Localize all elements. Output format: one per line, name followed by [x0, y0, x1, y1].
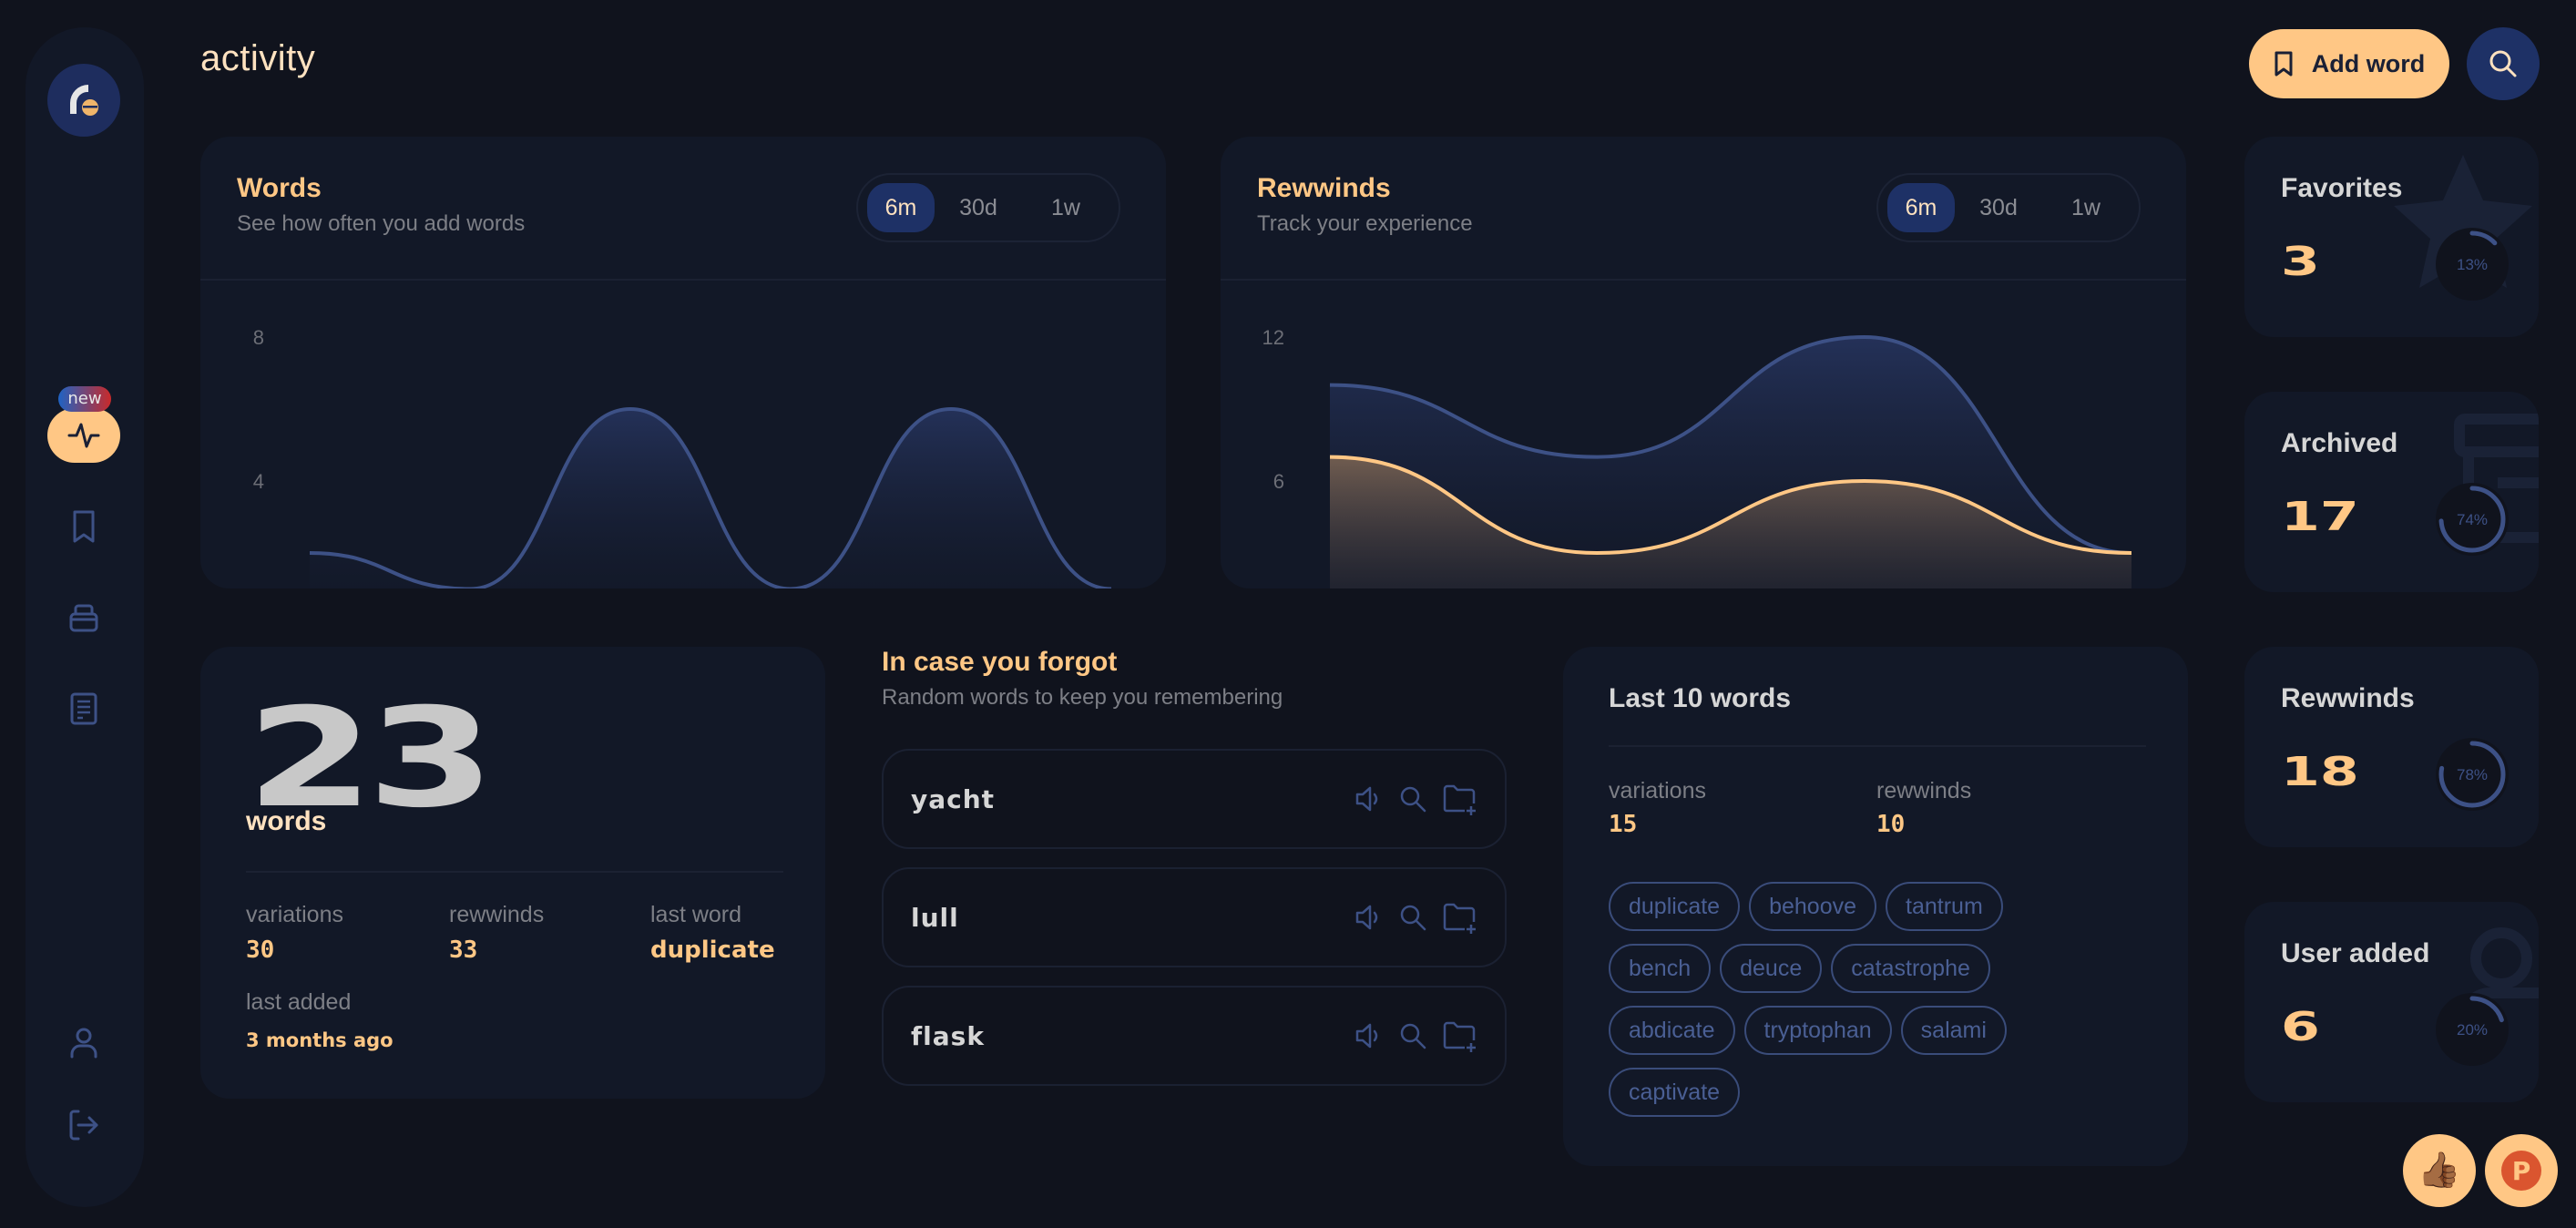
- search-icon[interactable]: [1397, 902, 1428, 933]
- speaker-icon[interactable]: [1354, 902, 1385, 933]
- forgot-subtitle: Random words to keep you remembering: [882, 685, 1283, 710]
- progress-ring: 13%: [2436, 228, 2509, 301]
- last-word-label: last word: [650, 902, 742, 927]
- variations-value: 30: [246, 936, 275, 964]
- progress-percent: 20%: [2457, 1021, 2488, 1039]
- word-row[interactable]: yacht: [882, 749, 1507, 849]
- bookmark-icon: [73, 510, 95, 543]
- last-10-title: Last 10 words: [1609, 683, 1792, 713]
- last-word-value[interactable]: duplicate: [650, 936, 775, 964]
- stat-card-title: Archived: [2281, 428, 2398, 458]
- thumbs-up-icon: 👍🏾: [2418, 1151, 2461, 1190]
- rewinds-chart: 0612Jan 22Mar 22: [1262, 326, 2132, 588]
- word-row[interactable]: flask: [882, 986, 1507, 1086]
- app-logo-icon: [70, 85, 98, 116]
- new-badge: new: [58, 386, 111, 412]
- progress-percent: 78%: [2457, 766, 2488, 783]
- rewinds-label: rewwinds: [1876, 778, 1972, 803]
- folder-add-icon[interactable]: [1441, 782, 1477, 816]
- words-chart: 048Nov 21Jan 22Mar 22: [253, 326, 1112, 588]
- sidebar-item-profile[interactable]: [56, 1016, 111, 1070]
- rewinds-chart-card: Rewwinds Track your experience 6m 30d 1w…: [1221, 137, 2186, 588]
- speaker-icon[interactable]: [1354, 783, 1385, 814]
- stat-card-value: 6: [2281, 1004, 2320, 1050]
- producthunt-icon: P: [2501, 1151, 2541, 1191]
- word-chip[interactable]: catastrophe: [1831, 944, 1990, 993]
- search-button[interactable]: [2467, 27, 2540, 100]
- variations-value: 15: [1609, 811, 1638, 838]
- word-chip[interactable]: duplicate: [1609, 882, 1741, 931]
- word-text: flask: [911, 1020, 985, 1051]
- last-10-words-card: Last 10 words variations 15 rewwinds 10 …: [1563, 647, 2188, 1166]
- word-chip[interactable]: deuce: [1720, 944, 1823, 993]
- progress-percent: 74%: [2457, 511, 2488, 528]
- search-icon[interactable]: [1397, 783, 1428, 814]
- add-word-label: Add word: [2311, 49, 2426, 77]
- activity-pulse-icon: [67, 423, 100, 448]
- word-text: yacht: [911, 783, 996, 814]
- search-icon[interactable]: [1397, 1020, 1428, 1051]
- y-tick-label: 8: [253, 326, 264, 349]
- sidebar-item-archive[interactable]: [56, 590, 111, 645]
- progress-percent: 13%: [2457, 256, 2488, 273]
- feedback-button[interactable]: 👍🏾: [2403, 1134, 2476, 1207]
- sidebar-item-documents[interactable]: [56, 681, 111, 736]
- word-chip[interactable]: captivate: [1609, 1068, 1741, 1117]
- user-icon: [70, 1028, 97, 1059]
- progress-ring: 20%: [2436, 993, 2509, 1066]
- stat-card-title: Favorites: [2281, 173, 2403, 203]
- rewinds-label: rewwinds: [449, 902, 545, 927]
- word-chip[interactable]: salami: [1900, 1006, 2007, 1055]
- stat-card-value: 3: [2281, 239, 2320, 285]
- words-chart-card: Words See how often you add words 6m 30d…: [200, 137, 1166, 588]
- rewinds-value: 33: [449, 936, 478, 964]
- document-icon: [70, 692, 97, 725]
- word-row[interactable]: lull: [882, 867, 1507, 967]
- add-word-button[interactable]: Add word: [2249, 29, 2449, 98]
- word-text: lull: [911, 902, 959, 933]
- word-chip[interactable]: abdicate: [1609, 1006, 1735, 1055]
- rewinds-value: 10: [1876, 811, 1906, 838]
- divider: [1609, 745, 2146, 747]
- search-icon: [2489, 50, 2517, 77]
- word-chip[interactable]: tryptophan: [1743, 1006, 1892, 1055]
- stat-card-favorites[interactable]: Favorites 3 13%: [2244, 137, 2539, 337]
- speaker-icon[interactable]: [1354, 1020, 1385, 1051]
- last-added-value: 3 months ago: [246, 1029, 394, 1051]
- app-logo[interactable]: [47, 64, 120, 137]
- stat-card-value: 17: [2281, 494, 2359, 540]
- archive-box-icon: [69, 604, 98, 632]
- stat-card-rewwinds[interactable]: Rewwinds 18 78%: [2244, 647, 2539, 847]
- word-chip[interactable]: bench: [1609, 944, 1712, 993]
- stat-card-value: 18: [2281, 749, 2359, 795]
- stat-card-title: Rewwinds: [2281, 683, 2415, 713]
- y-tick-label: 4: [253, 470, 264, 493]
- divider: [246, 871, 783, 873]
- variations-label: variations: [1609, 778, 1706, 803]
- word-chip-list: duplicate behoove tantrum bench deuce catastr…: [1609, 882, 2037, 1130]
- y-tick-label: 12: [1262, 326, 1284, 349]
- forgot-title: In case you forgot: [882, 647, 1118, 677]
- variations-label: variations: [246, 902, 343, 927]
- page-title: activity: [200, 38, 316, 78]
- progress-ring: 78%: [2436, 738, 2509, 811]
- total-words-label: words: [246, 806, 327, 836]
- last-added-label: last added: [246, 989, 352, 1015]
- sidebar-item-activity[interactable]: [47, 408, 120, 463]
- progress-ring: 74%: [2436, 483, 2509, 556]
- y-tick-label: 6: [1273, 470, 1284, 493]
- sidebar-item-logout[interactable]: [56, 1098, 111, 1152]
- folder-add-icon[interactable]: [1441, 900, 1477, 935]
- producthunt-button[interactable]: P: [2485, 1134, 2558, 1207]
- words-summary-card: 23 words variations 30 rewwinds 33 last …: [200, 647, 825, 1099]
- sidebar-item-saved[interactable]: [56, 499, 111, 554]
- bookmark-icon: [2274, 51, 2293, 77]
- stat-card-title: User added: [2281, 938, 2430, 968]
- word-chip[interactable]: tantrum: [1886, 882, 2003, 931]
- stat-card-user-added[interactable]: User added 6 20%: [2244, 902, 2539, 1102]
- logout-icon: [69, 1110, 98, 1141]
- folder-add-icon[interactable]: [1441, 1018, 1477, 1053]
- stat-card-archived[interactable]: Archived 17 74%: [2244, 392, 2539, 592]
- word-chip[interactable]: behoove: [1749, 882, 1877, 931]
